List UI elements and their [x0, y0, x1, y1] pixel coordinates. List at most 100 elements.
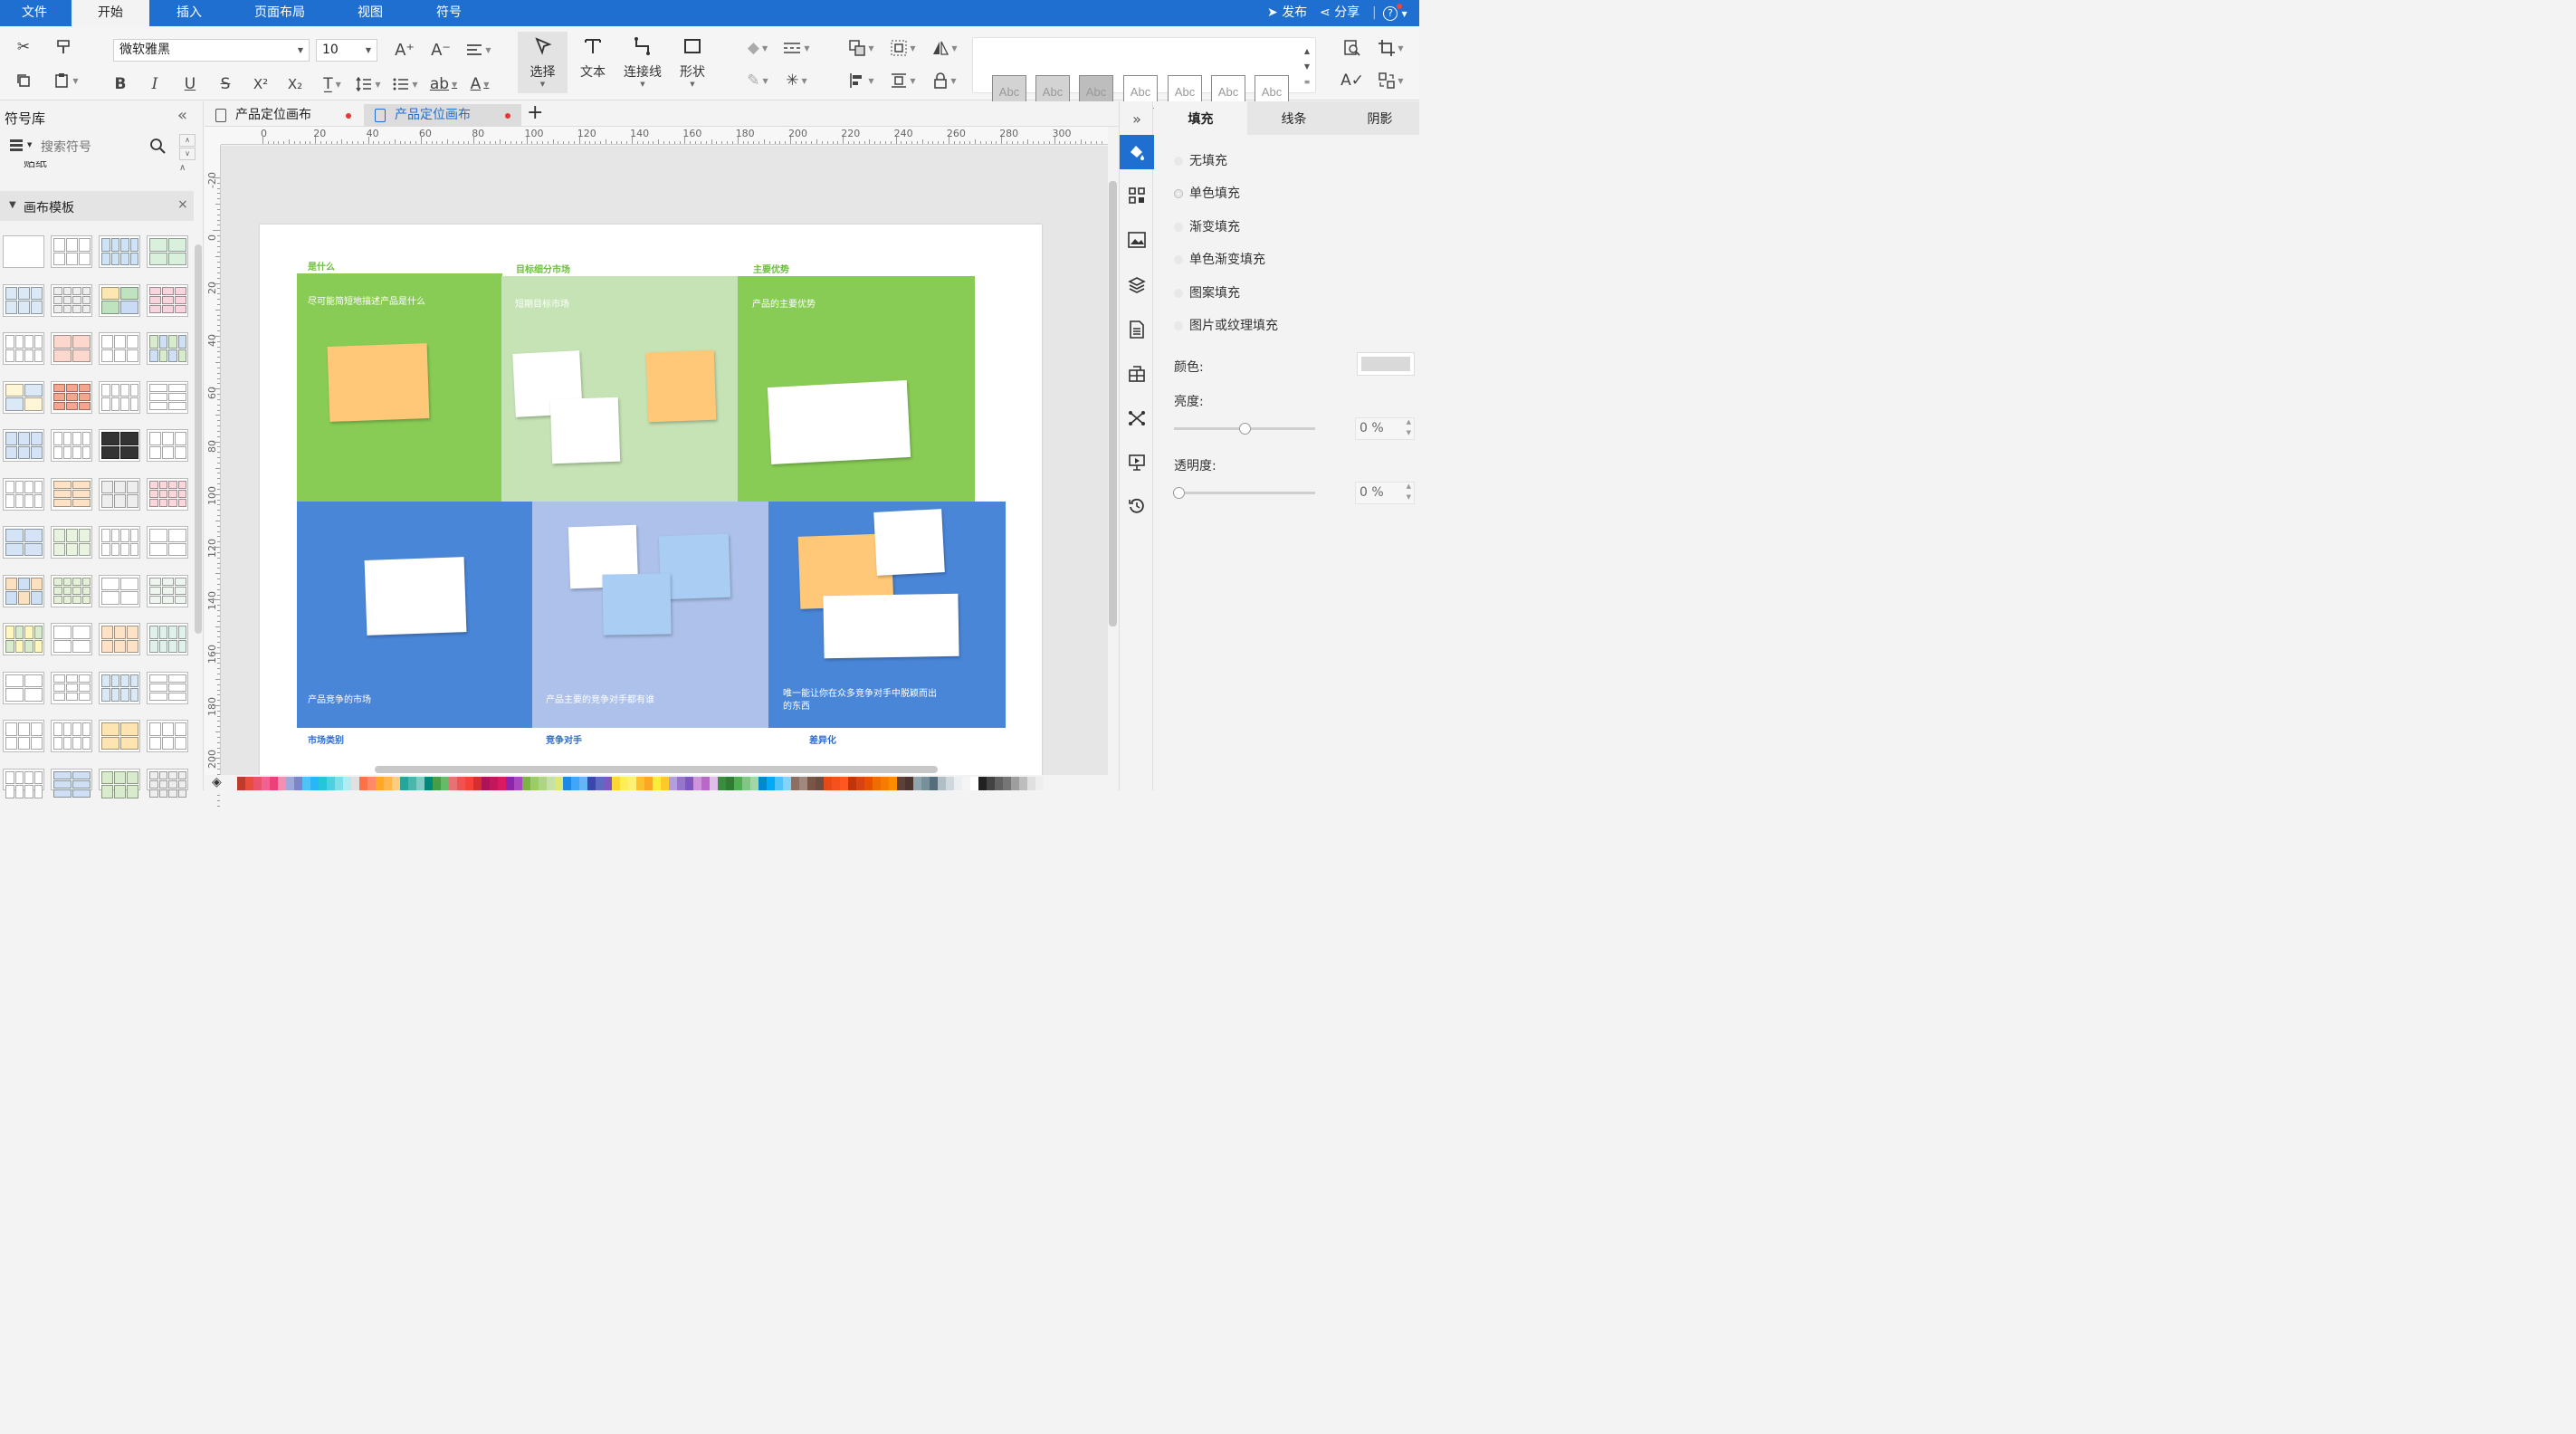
scroll-down-button[interactable]: ∨ — [179, 148, 196, 160]
template-thumbnail[interactable] — [99, 720, 140, 752]
fill-color-button[interactable]: ◆ ▼ — [742, 37, 773, 59]
template-thumbnail[interactable] — [3, 623, 44, 655]
color-swatch[interactable] — [1027, 777, 1035, 790]
color-swatch[interactable] — [539, 777, 547, 790]
sticky-note[interactable] — [549, 397, 621, 464]
color-swatch[interactable] — [1003, 777, 1011, 790]
template-thumbnail[interactable] — [147, 429, 188, 462]
collapse-panel-button[interactable]: « — [177, 106, 187, 125]
color-swatch[interactable] — [783, 777, 791, 790]
color-swatch[interactable] — [791, 777, 799, 790]
shape-tool[interactable]: 形状 ▼ — [667, 32, 718, 95]
color-swatch[interactable] — [571, 777, 579, 790]
color-swatch[interactable] — [359, 777, 367, 790]
template-thumbnail[interactable] — [99, 332, 140, 365]
color-swatch[interactable] — [734, 777, 742, 790]
color-swatch[interactable] — [628, 777, 636, 790]
library-menu-button[interactable]: ▼ — [9, 138, 34, 159]
history-panel-button[interactable] — [1120, 489, 1154, 523]
increase-font-button[interactable]: A⁺ — [393, 39, 416, 61]
fill-option-none[interactable]: 无填充 — [1174, 151, 1227, 169]
color-swatch[interactable] — [367, 777, 376, 790]
spin-arrows-icon[interactable]: ▲ ▼ — [1407, 481, 1411, 502]
color-swatch[interactable] — [913, 777, 921, 790]
template-thumbnail[interactable] — [51, 380, 92, 414]
color-swatch[interactable] — [710, 777, 718, 790]
fill-panel-button[interactable] — [1120, 135, 1154, 169]
color-swatch[interactable] — [905, 777, 913, 790]
fill-option-pattern[interactable]: 图案填充 — [1174, 283, 1240, 301]
color-swatch[interactable] — [930, 777, 938, 790]
color-swatch[interactable] — [400, 777, 408, 790]
template-thumbnail[interactable] — [147, 623, 188, 655]
color-swatch[interactable] — [995, 777, 1003, 790]
color-swatch[interactable] — [726, 777, 734, 790]
color-swatch[interactable] — [506, 777, 514, 790]
color-swatch[interactable] — [343, 777, 351, 790]
template-thumbnail[interactable] — [147, 332, 188, 365]
sticky-note[interactable] — [602, 573, 672, 636]
brightness-slider[interactable] — [1174, 423, 1315, 435]
template-thumbnail[interactable] — [3, 429, 44, 462]
menu-tab-view[interactable]: 视图 — [341, 0, 399, 26]
transparency-slider[interactable] — [1173, 487, 1315, 499]
flip-button[interactable]: ▼ — [929, 37, 961, 59]
color-swatch[interactable] — [530, 777, 539, 790]
color-swatch[interactable] — [587, 777, 596, 790]
color-swatch[interactable] — [701, 777, 710, 790]
fill-option-gradient[interactable]: 渐变填充 — [1174, 217, 1240, 235]
color-swatch[interactable] — [522, 777, 530, 790]
subscript-button[interactable]: X₂ — [284, 73, 306, 95]
color-swatch[interactable] — [693, 777, 701, 790]
color-swatch[interactable] — [473, 777, 482, 790]
template-thumbnail[interactable] — [99, 429, 140, 462]
grid-panel-button[interactable] — [1120, 178, 1154, 213]
template-thumbnail[interactable] — [147, 235, 188, 268]
color-swatch[interactable] — [620, 777, 628, 790]
distribute-button[interactable]: ▼ — [887, 70, 920, 91]
template-thumbnail[interactable] — [99, 623, 140, 655]
transparency-input[interactable]: 0 % ▲ ▼ — [1355, 482, 1415, 504]
color-swatch[interactable] — [408, 777, 416, 790]
fill-option-solid-gradient[interactable]: 单色渐变填充 — [1174, 250, 1265, 268]
color-swatch[interactable] — [832, 777, 840, 790]
template-thumbnail[interactable] — [147, 768, 188, 798]
cut-button[interactable]: ✂ — [13, 37, 34, 57]
color-swatch[interactable] — [677, 777, 685, 790]
color-swatch[interactable] — [636, 777, 644, 790]
color-swatch[interactable] — [669, 777, 677, 790]
color-swatch[interactable] — [237, 777, 245, 790]
color-swatch[interactable] — [425, 777, 433, 790]
fill-color-picker[interactable]: ◈ — [212, 775, 222, 789]
section-header-canvas-templates[interactable]: ▼ 画布模板 × — [0, 191, 194, 221]
color-swatch[interactable] — [376, 777, 384, 790]
color-swatch[interactable] — [758, 777, 767, 790]
color-swatch[interactable] — [514, 777, 522, 790]
color-swatch[interactable] — [604, 777, 612, 790]
line-style-button[interactable]: ▼ — [780, 37, 813, 59]
color-swatch[interactable] — [302, 777, 310, 790]
template-thumbnail[interactable] — [3, 574, 44, 607]
font-family-select[interactable]: 微软雅黑 ▼ — [113, 39, 310, 62]
color-swatch[interactable] — [253, 777, 262, 790]
color-swatch[interactable] — [767, 777, 775, 790]
color-swatch[interactable] — [449, 777, 457, 790]
list-button[interactable]: ▼ — [390, 73, 421, 95]
menu-tab-home[interactable]: 开始 — [72, 0, 149, 26]
template-thumbnail[interactable] — [99, 768, 140, 798]
align-button[interactable]: ▼ — [463, 39, 494, 61]
template-thumbnail[interactable] — [51, 574, 92, 607]
color-swatch[interactable] — [897, 777, 905, 790]
color-swatch[interactable] — [563, 777, 571, 790]
font-size-select[interactable]: 10 ▼ — [316, 39, 377, 62]
color-swatch[interactable] — [612, 777, 620, 790]
search-button[interactable] — [149, 138, 169, 158]
color-swatch[interactable] — [1011, 777, 1019, 790]
template-thumbnail[interactable] — [3, 283, 44, 317]
fill-option-picture[interactable]: 图片或纹理填充 — [1174, 316, 1278, 334]
presentation-panel-button[interactable] — [1120, 445, 1154, 480]
color-swatch[interactable] — [1019, 777, 1027, 790]
align-objects-button[interactable]: ▼ — [845, 70, 878, 91]
vertical-scrollbar[interactable] — [1109, 181, 1117, 626]
highlight-button[interactable]: ab ▼ — [427, 73, 460, 95]
